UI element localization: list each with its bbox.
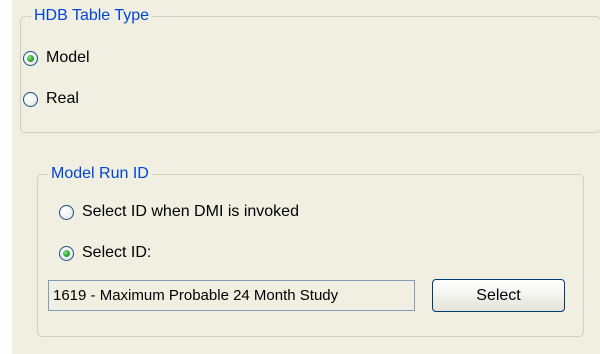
radio-real[interactable]: Real xyxy=(23,89,79,109)
radio-button-checked-icon[interactable] xyxy=(23,50,38,66)
hdb-table-type-title: HDB Table Type xyxy=(31,6,153,26)
selected-id-field[interactable]: 1619 - Maximum Probable 24 Month Study xyxy=(48,280,415,311)
radio-real-label: Real xyxy=(46,90,79,107)
select-button[interactable]: Select xyxy=(432,279,565,312)
radio-button-checked-icon[interactable] xyxy=(59,245,74,261)
radio-model-label: Model xyxy=(46,49,90,66)
radio-select-id-label: Select ID: xyxy=(82,244,152,261)
radio-select-id[interactable]: Select ID: xyxy=(59,243,151,263)
model-run-id-title: Model Run ID xyxy=(48,164,152,184)
hdb-table-type-group: HDB Table Type xyxy=(20,6,600,133)
radio-select-id-on-invoke[interactable]: Select ID when DMI is invoked xyxy=(59,202,299,222)
radio-model[interactable]: Model xyxy=(23,48,90,68)
radio-button-unchecked-icon[interactable] xyxy=(23,91,38,107)
radio-select-id-on-invoke-label: Select ID when DMI is invoked xyxy=(82,203,299,220)
radio-button-unchecked-icon[interactable] xyxy=(59,204,74,220)
dialog-panel: HDB Table Type Model Real Model Run ID S… xyxy=(12,0,600,354)
